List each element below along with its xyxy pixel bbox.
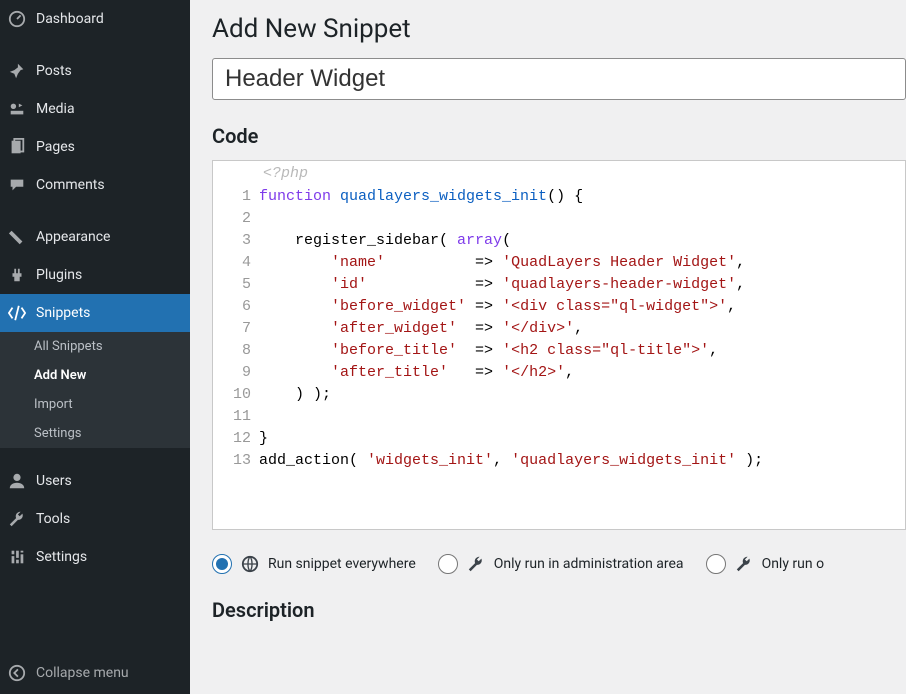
scope-radio[interactable]: [438, 554, 458, 574]
code-text: 'name' => 'QuadLayers Header Widget',: [259, 252, 745, 274]
collapse-label: Collapse menu: [36, 665, 129, 681]
sidebar-item-tools[interactable]: Tools: [0, 500, 190, 538]
sidebar-item-label: Media: [36, 101, 75, 117]
sidebar-item-label: Comments: [36, 177, 105, 193]
pages-icon: [6, 136, 28, 158]
line-number: 8: [213, 340, 259, 362]
pin-icon: [6, 60, 28, 82]
scope-label: Only run in administration area: [494, 556, 684, 572]
php-open-tag: <?php: [213, 161, 905, 186]
scope-radio[interactable]: [706, 554, 726, 574]
wrench-icon: [734, 554, 754, 574]
scope-label: Only run o: [762, 556, 825, 572]
settings-icon: [6, 546, 28, 568]
sidebar-item-media[interactable]: Media: [0, 90, 190, 128]
scope-option-1[interactable]: Only run in administration area: [438, 554, 684, 574]
code-text: 'after_widget' => '</div>',: [259, 318, 583, 340]
code-line: 7 'after_widget' => '</div>',: [213, 318, 905, 340]
users-icon: [6, 470, 28, 492]
code-text: 'after_title' => '</h2>',: [259, 362, 574, 384]
dashboard-icon: [6, 8, 28, 30]
code-text: register_sidebar( array(: [259, 230, 511, 252]
code-text: add_action( 'widgets_init', 'quadlayers_…: [259, 450, 763, 472]
code-line: 10 ) );: [213, 384, 905, 406]
line-number: 7: [213, 318, 259, 340]
sidebar-item-label: Settings: [36, 549, 87, 565]
snippet-title-input[interactable]: [212, 58, 906, 100]
wrench-icon: [466, 554, 486, 574]
line-number: 11: [213, 406, 259, 428]
sidebar-item-label: Snippets: [36, 305, 90, 321]
line-number: 6: [213, 296, 259, 318]
scope-label: Run snippet everywhere: [268, 556, 416, 572]
tools-icon: [6, 508, 28, 530]
line-number: 5: [213, 274, 259, 296]
main-content: Add New Snippet Code <?php 1function qua…: [190, 0, 906, 694]
sidebar-subitem-settings[interactable]: Settings: [0, 419, 190, 448]
code-heading: Code: [212, 124, 906, 148]
code-text: 'before_title' => '<h2 class="ql-title">…: [259, 340, 718, 362]
code-text: 'id' => 'quadlayers-header-widget',: [259, 274, 745, 296]
line-number: 12: [213, 428, 259, 450]
sidebar-item-appearance[interactable]: Appearance: [0, 218, 190, 256]
admin-sidebar: Dashboard Posts Media Pages Comments Appearan…: [0, 0, 190, 694]
sidebar-item-settings[interactable]: Settings: [0, 538, 190, 576]
sidebar-item-posts[interactable]: Posts: [0, 52, 190, 90]
sidebar-item-label: Users: [36, 473, 72, 489]
sidebar-item-dashboard[interactable]: Dashboard: [0, 0, 190, 38]
sidebar-item-label: Dashboard: [36, 11, 104, 27]
code-text: ) );: [259, 384, 331, 406]
appearance-icon: [6, 226, 28, 248]
comments-icon: [6, 174, 28, 196]
code-line: 3 register_sidebar( array(: [213, 230, 905, 252]
sidebar-item-label: Appearance: [36, 229, 110, 245]
code-line: 4 'name' => 'QuadLayers Header Widget',: [213, 252, 905, 274]
sidebar-item-label: Plugins: [36, 267, 82, 283]
snippets-icon: [6, 302, 28, 324]
scope-radio-group: Run snippet everywhere Only run in admini…: [212, 554, 906, 574]
sidebar-item-snippets[interactable]: Snippets: [0, 294, 190, 332]
collapse-menu[interactable]: Collapse menu: [0, 652, 190, 694]
code-editor[interactable]: <?php 1function quadlayers_widgets_init(…: [212, 160, 906, 530]
code-line: 9 'after_title' => '</h2>',: [213, 362, 905, 384]
plugins-icon: [6, 264, 28, 286]
code-text: 'before_widget' => '<div class="ql-widge…: [259, 296, 736, 318]
line-number: 1: [213, 186, 259, 208]
sidebar-item-label: Pages: [36, 139, 75, 155]
sidebar-item-users[interactable]: Users: [0, 462, 190, 500]
sidebar-subitem-add-new[interactable]: Add New: [0, 361, 190, 390]
globe-icon: [240, 554, 260, 574]
code-line: 11: [213, 406, 905, 428]
line-number: 9: [213, 362, 259, 384]
code-text: }: [259, 428, 268, 450]
code-line: 1function quadlayers_widgets_init() {: [213, 186, 905, 208]
code-line: 2: [213, 208, 905, 230]
sidebar-item-label: Posts: [36, 63, 72, 79]
scope-radio[interactable]: [212, 554, 232, 574]
line-number: 10: [213, 384, 259, 406]
collapse-icon: [6, 662, 28, 684]
line-number: 13: [213, 450, 259, 472]
scope-option-2[interactable]: Only run o: [706, 554, 825, 574]
code-line: 5 'id' => 'quadlayers-header-widget',: [213, 274, 905, 296]
line-number: 4: [213, 252, 259, 274]
code-line: 8 'before_title' => '<h2 class="ql-title…: [213, 340, 905, 362]
description-heading: Description: [212, 598, 906, 622]
page-title: Add New Snippet: [212, 14, 906, 44]
code-line: 6 'before_widget' => '<div class="ql-wid…: [213, 296, 905, 318]
media-icon: [6, 98, 28, 120]
sidebar-item-plugins[interactable]: Plugins: [0, 256, 190, 294]
sidebar-subitem-import[interactable]: Import: [0, 390, 190, 419]
code-text: function quadlayers_widgets_init() {: [259, 186, 583, 208]
sidebar-item-pages[interactable]: Pages: [0, 128, 190, 166]
line-number: 2: [213, 208, 259, 230]
code-line: 13add_action( 'widgets_init', 'quadlayer…: [213, 450, 905, 472]
sidebar-subitem-all-snippets[interactable]: All Snippets: [0, 332, 190, 361]
scope-option-0[interactable]: Run snippet everywhere: [212, 554, 416, 574]
line-number: 3: [213, 230, 259, 252]
code-line: 12}: [213, 428, 905, 450]
sidebar-item-label: Tools: [36, 511, 70, 527]
sidebar-item-comments[interactable]: Comments: [0, 166, 190, 204]
